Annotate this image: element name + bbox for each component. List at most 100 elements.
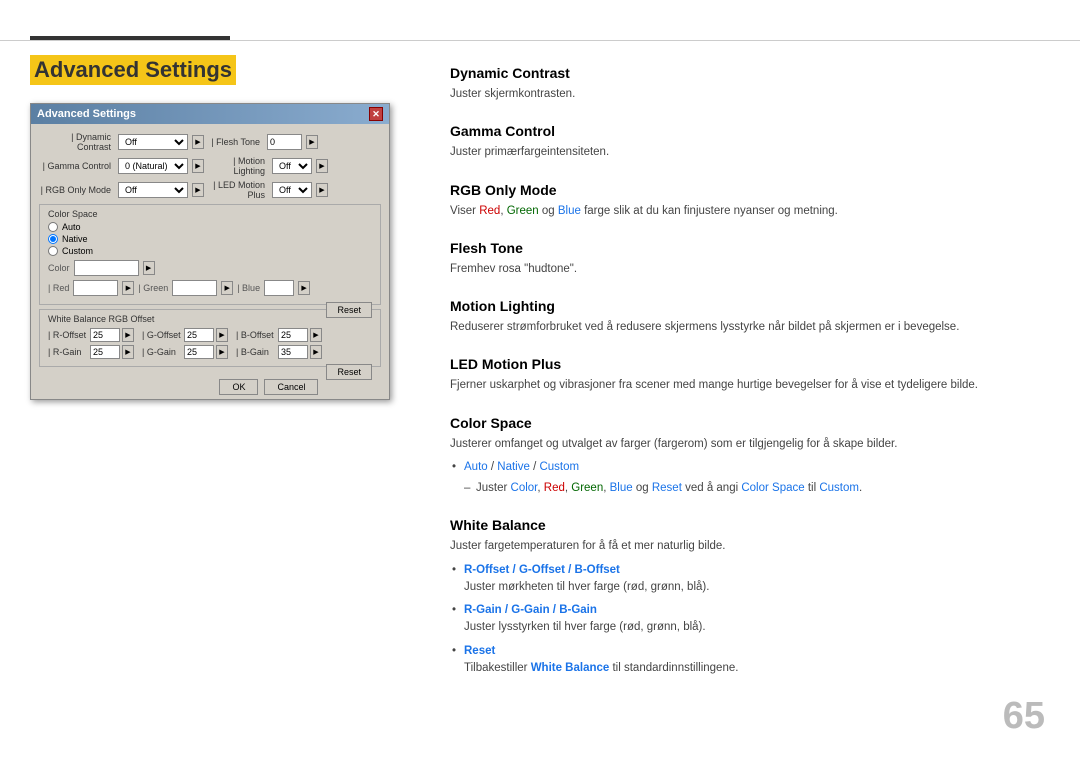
- red-arrow[interactable]: ▶: [122, 281, 134, 295]
- green-label: | Green: [138, 283, 168, 293]
- dialog-row-2: | Gamma Control 0 (Natural) ▶ | Motion L…: [39, 156, 381, 176]
- text-red: Red: [479, 205, 500, 217]
- green-slider[interactable]: [172, 280, 217, 296]
- color-space-bullets: Auto / Native / Custom: [450, 459, 1050, 476]
- g-offset-arrow[interactable]: ▶: [216, 328, 228, 342]
- wb-gain-row: | R-Gain 25 ▶ | G-Gain 25 ▶ | B-Gain 35 …: [48, 345, 372, 359]
- g-offset-label: | G-Offset: [142, 330, 182, 340]
- text-reset-wb: Tilbakestiller White Balance til standar…: [464, 662, 738, 674]
- link-reset-wb: Reset: [464, 645, 495, 657]
- gamma-control-select[interactable]: 0 (Natural): [118, 158, 188, 174]
- left-panel: Advanced Settings Advanced Settings ✕ | …: [30, 55, 450, 733]
- right-divider: [450, 40, 1050, 41]
- motion-lighting-select[interactable]: Off: [272, 158, 312, 174]
- red-slider[interactable]: [73, 280, 118, 296]
- color-sliders-row: Color ▶: [48, 260, 372, 276]
- r-gain-value: 25: [90, 345, 120, 359]
- motion-lighting-arrow[interactable]: ▶: [316, 159, 328, 173]
- bullet-r-gain: R-Gain / G-Gain / B-Gain Juster lysstyrk…: [450, 602, 1050, 637]
- heading-white-balance: White Balance: [450, 517, 1050, 533]
- dynamic-contrast-arrow[interactable]: ▶: [192, 135, 204, 149]
- dialog-row-1: | Dynamic Contrast Off ▶ | Flesh Tone ▶: [39, 132, 381, 152]
- radio-native-input[interactable]: [48, 234, 58, 244]
- rgb-only-arrow[interactable]: ▶: [192, 183, 204, 197]
- text-flesh-tone: Fremhev rosa "hudtone".: [450, 261, 1050, 278]
- radio-auto-input[interactable]: [48, 222, 58, 232]
- heading-led-motion-plus: LED Motion Plus: [450, 356, 1050, 372]
- wb-reset-button[interactable]: Reset: [326, 364, 372, 380]
- bullet-r-offset: R-Offset / G-Offset / B-Offset Juster mø…: [450, 562, 1050, 597]
- r-offset-label: | R-Offset: [48, 330, 88, 340]
- radio-custom-input[interactable]: [48, 246, 58, 256]
- g-gain-arrow[interactable]: ▶: [216, 345, 228, 359]
- led-motion-select[interactable]: Off: [272, 182, 312, 198]
- blue-label: | Blue: [237, 283, 260, 293]
- g-gain-item: | G-Gain 25 ▶: [142, 345, 228, 359]
- right-panel: Dynamic Contrast Juster skjermkontrasten…: [450, 55, 1050, 733]
- dialog-body: | Dynamic Contrast Off ▶ | Flesh Tone ▶ …: [31, 124, 389, 375]
- radio-auto-label: Auto: [62, 222, 81, 232]
- text-white-balance: Juster fargetemperaturen for å få et mer…: [450, 538, 1050, 555]
- b-gain-item: | B-Gain 35 ▶: [236, 345, 322, 359]
- r-offset-value: 25: [90, 328, 120, 342]
- rgb-sliders-row: | Red ▶ | Green ▶ | Blue ▶: [48, 280, 372, 296]
- b-gain-arrow[interactable]: ▶: [310, 345, 322, 359]
- link-white-balance: White Balance: [531, 662, 610, 674]
- color-controls: Color ▶ | Red ▶ | Green ▶ | Blue ▶: [48, 260, 372, 296]
- heading-flesh-tone: Flesh Tone: [450, 240, 1050, 256]
- blue-arrow[interactable]: ▶: [298, 281, 310, 295]
- b-offset-label: | B-Offset: [236, 330, 276, 340]
- g-gain-value: 25: [184, 345, 214, 359]
- white-balance-bullets: R-Offset / G-Offset / B-Offset Juster mø…: [450, 562, 1050, 678]
- radio-native-label: Native: [62, 234, 88, 244]
- page-title: Advanced Settings: [30, 55, 236, 85]
- page-number: 65: [1003, 695, 1045, 738]
- gamma-control-arrow[interactable]: ▶: [192, 159, 204, 173]
- r-gain-arrow[interactable]: ▶: [122, 345, 134, 359]
- rgb-only-select[interactable]: Off: [118, 182, 188, 198]
- blue-slider[interactable]: [264, 280, 294, 296]
- heading-rgb-only-mode: RGB Only Mode: [450, 182, 1050, 198]
- link-custom: Custom: [539, 461, 579, 473]
- dialog-row-3: | RGB Only Mode Off ▶ | LED Motion Plus …: [39, 180, 381, 200]
- motion-lighting-label: | Motion Lighting: [208, 156, 268, 176]
- link-rgb-gain: R-Gain / G-Gain / B-Gain: [464, 604, 597, 616]
- ok-button[interactable]: OK: [219, 379, 258, 395]
- sub-bullet-color-space: Juster Color, Red, Green, Blue og Reset …: [450, 480, 1050, 497]
- color-slider[interactable]: [74, 260, 139, 276]
- text-blue: Blue: [558, 205, 581, 217]
- green-arrow[interactable]: ▶: [221, 281, 233, 295]
- link-color: Color: [511, 482, 538, 494]
- text-led-motion-plus: Fjerner uskarphet og vibrasjoner fra sce…: [450, 377, 1050, 394]
- link-reset-cs: Reset: [652, 482, 682, 494]
- dynamic-contrast-select[interactable]: Off: [118, 134, 188, 150]
- link-rgb-offset: R-Offset / G-Offset / B-Offset: [464, 564, 620, 576]
- r-offset-arrow[interactable]: ▶: [122, 328, 134, 342]
- color-arrow[interactable]: ▶: [143, 261, 155, 275]
- bullet-auto-native-custom: Auto / Native / Custom: [450, 459, 1050, 476]
- b-offset-arrow[interactable]: ▶: [310, 328, 322, 342]
- r-gain-label: | R-Gain: [48, 347, 88, 357]
- text-rgb-only-mode: Viser Red, Green og Blue farge slik at d…: [450, 203, 1050, 220]
- g-offset-item: | G-Offset 25 ▶: [142, 328, 228, 342]
- led-motion-arrow[interactable]: ▶: [316, 183, 328, 197]
- text-green: Green: [507, 205, 539, 217]
- flesh-tone-arrow[interactable]: ▶: [306, 135, 318, 149]
- color-reset-button[interactable]: Reset: [326, 302, 372, 318]
- r-offset-item: | R-Offset 25 ▶: [48, 328, 134, 342]
- dialog-title: Advanced Settings: [37, 108, 136, 120]
- g-offset-value: 25: [184, 328, 214, 342]
- dialog-close-button[interactable]: ✕: [369, 107, 383, 121]
- cancel-button[interactable]: Cancel: [264, 379, 318, 395]
- heading-gamma-control: Gamma Control: [450, 123, 1050, 139]
- text-color-space: Justerer omfanget og utvalget av farger …: [450, 436, 1050, 453]
- right-panel-inner: Dynamic Contrast Juster skjermkontrasten…: [450, 55, 1050, 677]
- flesh-tone-label: | Flesh Tone: [208, 137, 263, 147]
- red-label: | Red: [48, 283, 69, 293]
- rgb-only-label: | RGB Only Mode: [39, 185, 114, 195]
- link-red-cs: Red: [544, 482, 565, 494]
- color-space-title: Color Space: [48, 209, 372, 219]
- b-offset-item: | B-Offset 25 ▶: [236, 328, 322, 342]
- flesh-tone-input[interactable]: [267, 134, 302, 150]
- radio-custom: Custom: [48, 246, 372, 256]
